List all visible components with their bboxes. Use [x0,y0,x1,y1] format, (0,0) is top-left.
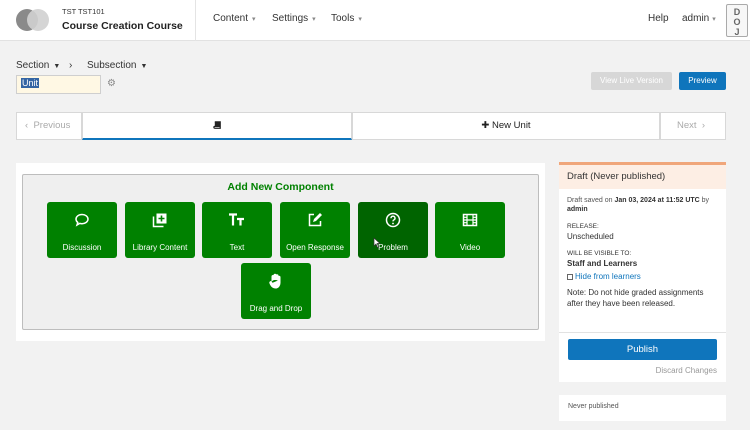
hide-from-learners-label: Hide from learners [575,272,641,281]
nav-settings-label: Settings [272,13,309,24]
chevron-left-icon: ‹ [25,120,29,131]
visible-label: WILL BE VISIBLE TO: [567,250,632,257]
library-icon [152,213,167,228]
course-org: TST TST101 [62,7,105,16]
chevron-down-icon: ▾ [312,16,316,23]
release-label: RELEASE: [567,223,599,230]
component-label: Open Response [286,243,344,252]
nav-tools-menu[interactable]: Tools ▾ [331,13,362,24]
current-unit-tab[interactable] [82,112,352,140]
new-unit-button[interactable]: ✚ New Unit [352,112,660,140]
add-text-button[interactable]: Text [202,202,272,258]
video-icon [462,213,478,227]
chevron-down-icon: ▼ [53,63,61,70]
view-live-button[interactable]: View Live Version [591,72,672,90]
badge-letter: O [733,17,741,27]
add-open-response-button[interactable]: Open Response [280,202,350,258]
next-label: Next [677,120,697,131]
problem-icon [385,212,401,228]
breadcrumb-section[interactable]: Section ▼ [16,60,60,71]
nav-tools-label: Tools [331,13,355,24]
mouse-pointer-icon [373,237,381,248]
nav-content-menu[interactable]: Content ▾ [213,13,256,24]
unit-navigation: ‹ Previous ✚ New Unit Next › [16,112,726,140]
visible-value: Staff and Learners [567,259,638,268]
publish-status-card: Draft (Never published) Draft saved on J… [559,162,726,382]
nav-settings-menu[interactable]: Settings ▾ [272,13,316,24]
component-label: Drag and Drop [249,304,303,313]
top-header: TST TST101 Course Creation Course Conten… [0,0,750,41]
new-unit-label: New Unit [492,120,531,131]
hide-from-learners-checkbox[interactable]: Hide from learners [567,272,719,281]
publish-button[interactable]: Publish [568,339,717,360]
previous-label: Previous [33,120,71,131]
unit-name-field[interactable]: Unit [16,75,101,94]
breadcrumb-subsection[interactable]: Subsection ▼ [87,60,147,71]
checkbox-icon [567,273,573,280]
status-heading: Draft (Never published) [559,165,726,189]
chevron-down-icon: ▼ [140,63,148,70]
help-link[interactable]: Help [648,13,669,24]
draft-saved-prefix: Draft saved on [567,197,613,204]
next-button[interactable]: Next › [660,112,726,140]
preview-button[interactable]: Preview [679,72,726,90]
chevron-down-icon: ▾ [252,16,256,23]
status-body: Draft saved on Jan 03, 2024 at 11:52 UTC… [567,196,719,309]
breadcrumb-subsection-label: Subsection [87,60,137,71]
component-label: Video [459,243,481,252]
component-label: Discussion [62,243,102,252]
chevron-down-icon: ▾ [358,16,362,23]
discard-changes-link[interactable]: Discard Changes [656,366,717,375]
user-name: admin [682,13,710,24]
text-icon [229,213,244,226]
draft-saved-user: admin [567,206,588,213]
gear-icon[interactable]: ⚙ [107,78,116,89]
add-library-content-button[interactable]: Library Content [125,202,195,258]
add-component-title: Add New Component [227,181,334,193]
dojt-badge[interactable]: D O J [726,4,748,37]
draft-saved-by: by [701,197,710,204]
add-problem-button[interactable]: Problem [358,202,428,258]
badge-letter: D [733,7,741,17]
add-drag-and-drop-button[interactable]: Drag and Drop [241,263,311,319]
course-title: Course Creation Course [62,20,183,32]
status-divider [559,332,726,333]
nav-content-label: Content [213,13,249,24]
discussion-icon [75,213,89,227]
add-discussion-button[interactable]: Discussion [47,202,117,258]
draft-saved-date: Jan 03, 2024 at 11:52 UTC [614,197,700,204]
breadcrumb-separator: › [69,60,73,71]
badge-letter: J [734,27,740,37]
component-label: Text [229,243,245,252]
publish-history: Never published [559,395,726,421]
hand-icon [269,273,281,289]
component-label: Library Content [132,243,188,252]
component-label: Problem [378,243,408,252]
chevron-right-icon: › [701,120,705,131]
book-icon [212,121,221,129]
unit-name-value: Unit [21,78,40,88]
open-response-icon [308,213,322,227]
user-menu[interactable]: admin ▾ [682,13,716,24]
previous-button[interactable]: ‹ Previous [16,112,82,140]
header-divider [195,0,196,41]
chevron-down-icon: ▾ [712,16,716,23]
release-value: Unscheduled [567,232,614,241]
course-info[interactable]: TST TST101 Course Creation Course [62,7,183,33]
hide-note: Note: Do not hide graded assignments aft… [567,288,704,308]
studio-logo[interactable] [16,9,50,31]
breadcrumb-section-label: Section [16,60,50,71]
plus-icon: ✚ [481,120,490,131]
add-video-button[interactable]: Video [435,202,505,258]
